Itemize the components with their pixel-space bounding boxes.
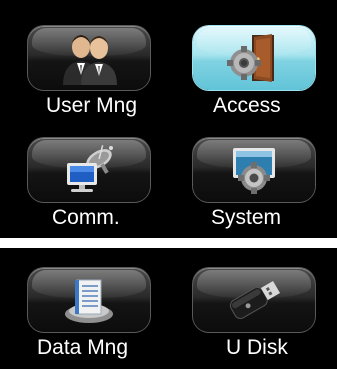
user-mng-button[interactable] [28,26,150,90]
main-menu-panel: User Mng Access Comm. System [0,0,337,238]
u-disk-label: U Disk [226,336,288,359]
comm-button[interactable] [28,138,150,202]
system-button[interactable] [193,138,315,202]
monitor-gear-icon [233,148,275,194]
usb-drive-icon [229,280,281,319]
user-mng-label: User Mng [46,94,138,117]
u-disk-button[interactable] [193,268,315,332]
data-mng-label: Data Mng [37,336,129,359]
access-label: Access [213,94,281,117]
section-divider [0,238,337,248]
door-gear-icon [227,34,274,82]
access-button[interactable] [193,26,315,90]
data-mng-button[interactable] [28,268,150,332]
comm-label: Comm. [52,206,120,229]
secondary-menu-panel: Data Mng U Disk [0,248,337,369]
satellite-computer-icon [67,145,113,192]
system-label: System [211,206,282,229]
users-icon [63,35,117,85]
database-gear-icon [65,279,113,323]
